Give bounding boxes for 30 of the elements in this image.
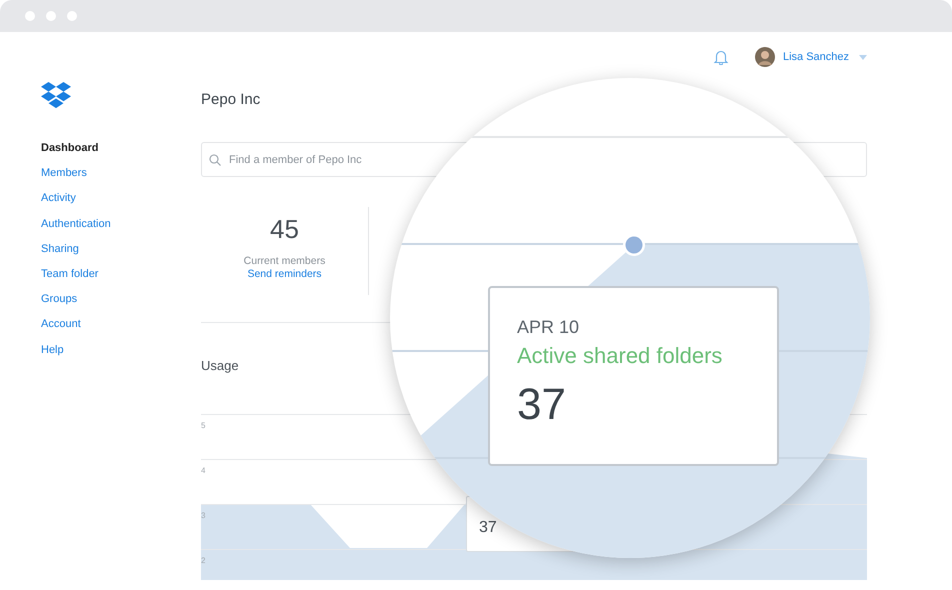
y-axis-label: 4 (201, 466, 206, 475)
avatar-icon[interactable] (754, 47, 775, 67)
tooltip-value: 37 (517, 380, 566, 430)
section-title: Usage (201, 358, 240, 374)
sidebar-item[interactable]: Account (41, 317, 201, 342)
stat-label: Current members (244, 255, 326, 268)
sidebar-item[interactable]: Help (41, 342, 201, 368)
y-axis-label: 3 (201, 511, 206, 520)
sidebar-item[interactable]: Activity (41, 191, 201, 217)
sidebar-item[interactable]: Authentication (41, 216, 201, 242)
sidebar-item[interactable]: Members (41, 166, 201, 192)
sidebar-item[interactable]: Team folder (41, 266, 201, 292)
y-axis-label: 2 (201, 556, 206, 565)
user-name[interactable]: Lisa Sanchez (782, 51, 849, 63)
y-axis-label: 5 (201, 421, 206, 430)
window-dots-icon (25, 11, 77, 21)
caret-icon[interactable] (859, 54, 867, 60)
tooltip-date: APR 10 (517, 316, 580, 338)
send-reminders-link[interactable]: Send reminders (247, 268, 322, 281)
bell-icon[interactable] (712, 49, 729, 65)
sidebar-item[interactable]: Dashboard (41, 141, 201, 166)
box-logo-icon (41, 82, 71, 110)
tooltip-series-name: Active shared folders (517, 342, 722, 370)
page-title: Pepo Inc (201, 90, 262, 110)
search-icon (209, 154, 221, 166)
data-point-marker (623, 234, 645, 256)
sidebar-item[interactable]: Groups (41, 292, 201, 318)
tooltip-value: 37 (479, 519, 497, 537)
sidebar-item[interactable]: Sharing (41, 242, 201, 267)
stat-value: 45 (270, 213, 299, 245)
